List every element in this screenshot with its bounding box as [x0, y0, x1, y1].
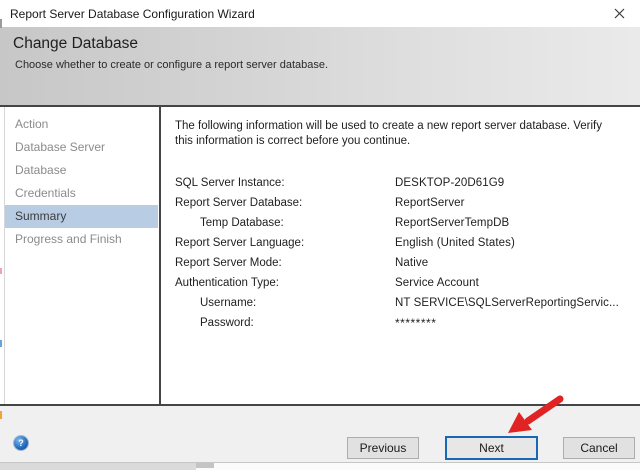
field-value: ReportServerTempDB [395, 213, 509, 233]
sidebar-item-action[interactable]: Action [5, 113, 158, 136]
page-below-dialog-notch [196, 463, 214, 468]
summary-fields: SQL Server Instance: DESKTOP-20D61G9 Rep… [175, 173, 640, 333]
field-value: ReportServer [395, 193, 465, 213]
field-row-report-server-mode: Report Server Mode: Native [175, 253, 640, 273]
edge-artifact [0, 268, 2, 274]
help-icon[interactable]: ? [14, 436, 28, 450]
sidebar-item-progress-and-finish[interactable]: Progress and Finish [5, 228, 158, 251]
field-label: SQL Server Instance: [175, 173, 395, 193]
field-row-sql-server-instance: SQL Server Instance: DESKTOP-20D61G9 [175, 173, 640, 193]
wizard-header: Change Database Choose whether to create… [0, 27, 640, 105]
field-row-username: Username: NT SERVICE\SQLServerReportingS… [175, 293, 640, 313]
wizard-steps-sidebar: Action Database Server Database Credenti… [0, 107, 159, 404]
sidebar-item-database[interactable]: Database [5, 159, 158, 182]
page-subtitle: Choose whether to create or configure a … [15, 59, 328, 71]
page-title: Change Database [13, 35, 138, 53]
sidebar-item-credentials[interactable]: Credentials [5, 182, 158, 205]
next-button[interactable]: Next [445, 436, 538, 460]
field-label: Password: [175, 313, 395, 333]
field-value-masked: ******** [395, 313, 436, 333]
field-value: NT SERVICE\SQLServerReportingServic... [395, 293, 619, 313]
edge-artifact [0, 19, 2, 28]
summary-panel: The following information will be used t… [161, 107, 640, 404]
field-value: DESKTOP-20D61G9 [395, 173, 504, 193]
sidebar-item-summary[interactable]: Summary [5, 205, 158, 228]
field-label: Username: [175, 293, 395, 313]
edge-artifact [0, 340, 2, 347]
field-label: Report Server Language: [175, 233, 395, 253]
field-label: Authentication Type: [175, 273, 395, 293]
field-row-report-server-language: Report Server Language: English (United … [175, 233, 640, 253]
edge-artifact [0, 411, 2, 419]
summary-intro-text: The following information will be used t… [175, 119, 617, 149]
field-row-temp-database: Temp Database: ReportServerTempDB [175, 213, 640, 233]
field-label: Report Server Database: [175, 193, 395, 213]
page-below-dialog-shade [0, 463, 196, 470]
field-label: Report Server Mode: [175, 253, 395, 273]
footer-bar [0, 406, 640, 462]
close-icon[interactable] [610, 4, 628, 22]
cancel-button[interactable]: Cancel [563, 437, 635, 459]
field-value: English (United States) [395, 233, 515, 253]
field-label: Temp Database: [175, 213, 395, 233]
field-value: Native [395, 253, 428, 273]
sidebar-item-database-server[interactable]: Database Server [5, 136, 158, 159]
field-row-report-server-database: Report Server Database: ReportServer [175, 193, 640, 213]
field-row-authentication-type: Authentication Type: Service Account [175, 273, 640, 293]
field-value: Service Account [395, 273, 479, 293]
title-bar: Report Server Database Configuration Wiz… [0, 0, 640, 27]
window-title: Report Server Database Configuration Wiz… [10, 7, 255, 21]
field-row-password: Password: ******** [175, 313, 640, 333]
previous-button[interactable]: Previous [347, 437, 419, 459]
sidebar-left-edge [4, 107, 5, 404]
